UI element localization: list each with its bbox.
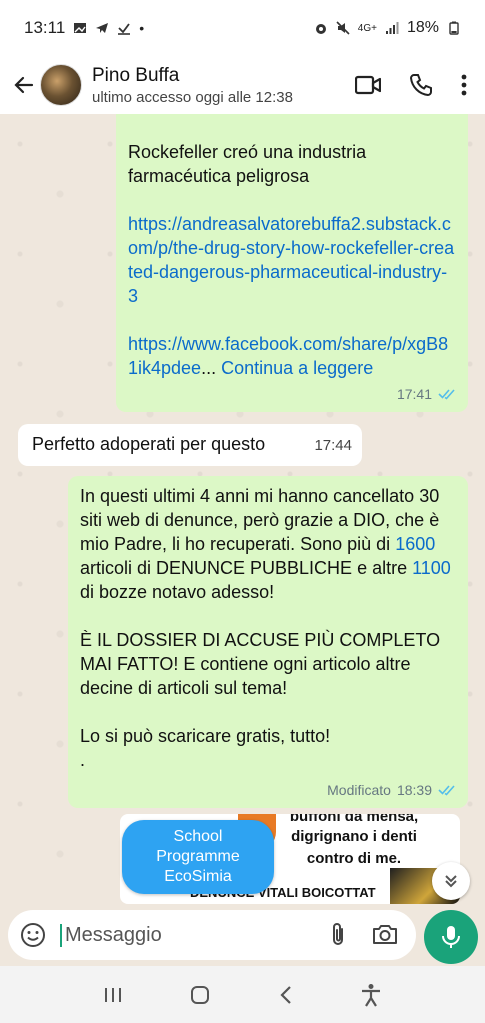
message-time: 17:41 — [396, 386, 432, 402]
image-caption-line: contro di me. — [306, 850, 402, 867]
message-paragraph: In questi ultimi 4 anni mi hanno cancell… — [80, 484, 456, 604]
message-time: 17:44 — [314, 437, 352, 454]
scroll-to-bottom-button[interactable] — [432, 862, 470, 900]
double-chevron-down-icon — [445, 875, 457, 888]
message-bubble-outgoing[interactable]: In questi ultimi 4 anni mi hanno cancell… — [68, 476, 468, 808]
ellipsis: ... — [201, 358, 222, 378]
microphone-icon — [442, 926, 460, 948]
voice-call-icon[interactable] — [409, 73, 433, 97]
read-receipt-icon — [438, 785, 455, 796]
network-type: 4G+ — [357, 22, 377, 34]
back-nav-icon[interactable] — [278, 985, 294, 1005]
voice-message-button[interactable] — [424, 910, 478, 964]
contact-name: Pino Buffa — [92, 64, 180, 86]
message-input[interactable]: Messaggio — [8, 910, 416, 960]
more-options-icon[interactable] — [461, 74, 467, 96]
gallery-notification-icon — [74, 23, 87, 33]
accessibility-icon[interactable] — [360, 983, 382, 1007]
battery-level: 18% — [406, 19, 439, 36]
message-text: articoli di DENUNCE PUBBLICHE e altre — [80, 558, 413, 578]
battery-icon — [449, 21, 459, 35]
status-bar: 13:11 • 4G+ 18% — [0, 0, 485, 56]
video-call-icon[interactable] — [355, 75, 381, 95]
message-bubble-incoming[interactable]: Perfetto adoperati per questo 17:44 — [18, 424, 362, 466]
chat-area[interactable]: Rockefeller creó una industria farmacéut… — [0, 114, 485, 910]
school-button-line: School — [173, 828, 223, 845]
contact-avatar[interactable] — [40, 64, 82, 106]
read-receipt-icon — [438, 389, 455, 400]
read-more-link[interactable]: Continua a leggere — [221, 358, 373, 378]
message-time: 18:39 — [396, 782, 432, 798]
message-paragraph: È IL DOSSIER DI ACCUSE PIÙ COMPLETO MAI … — [80, 630, 441, 698]
back-arrow-icon — [14, 76, 34, 94]
message-text: Rockefeller creó una industria farmacéut… — [128, 142, 367, 186]
last-seen: ultimo accesso oggi alle 12:38 — [92, 88, 293, 106]
image-caption-line: digrignano i denti — [291, 828, 417, 845]
mute-icon — [336, 21, 350, 35]
message-paragraph: . — [80, 750, 86, 770]
composer-bar: Messaggio — [0, 910, 485, 966]
message-link[interactable]: https://andreasalvatorebuffa2.substack.c… — [128, 212, 456, 308]
school-button-line: Programme — [156, 848, 240, 865]
number-link[interactable]: 1600 — [395, 534, 435, 554]
number-link[interactable]: 1100 — [412, 558, 451, 578]
chat-header: Pino Buffa ultimo accesso oggi alle 12:3… — [0, 56, 485, 114]
message-text: In questi ultimi 4 anni mi hanno cancell… — [80, 486, 440, 554]
message-paragraph: Lo si può scaricare gratis, tutto! — [80, 726, 331, 746]
school-button-line: EcoSimia — [164, 868, 232, 885]
alarm-icon — [315, 24, 326, 34]
status-time: 13:11 — [24, 18, 66, 37]
download-notification-icon — [118, 23, 131, 35]
contact-info[interactable]: Pino Buffa ultimo accesso oggi alle 12:3… — [92, 65, 293, 106]
image-caption-line: buffoni da mensa, — [289, 814, 419, 825]
back-button[interactable] — [8, 69, 40, 101]
system-nav-bar — [0, 966, 485, 1023]
school-programme-button[interactable]: School Programme EcoSimia — [122, 820, 274, 894]
more-notifications-icon: • — [139, 20, 145, 36]
telegram-notification-icon — [96, 23, 109, 33]
signal-icon — [385, 22, 399, 34]
camera-icon[interactable] — [372, 922, 398, 946]
message-text: di bozze notavo adesso! — [80, 582, 275, 602]
edited-label: Modificato — [327, 782, 391, 798]
message-placeholder: Messaggio — [60, 923, 328, 947]
recent-apps-icon[interactable] — [103, 986, 123, 1004]
home-icon[interactable] — [189, 984, 211, 1006]
attach-icon[interactable] — [328, 922, 348, 948]
emoji-icon[interactable] — [20, 922, 46, 948]
message-bubble-outgoing[interactable]: Rockefeller creó una industria farmacéut… — [116, 114, 468, 412]
message-text: Perfetto adoperati per questo — [32, 434, 266, 454]
